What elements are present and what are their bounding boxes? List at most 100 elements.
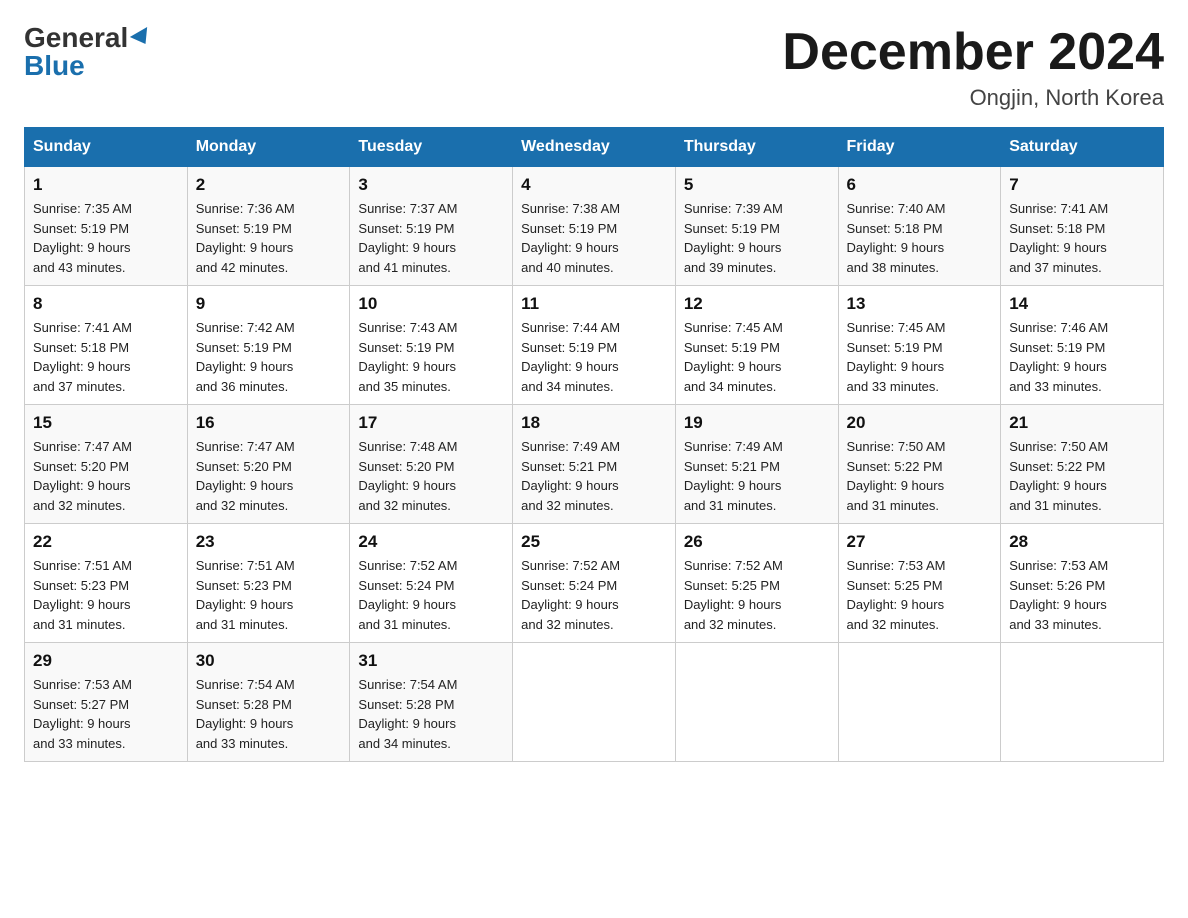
day-number: 6 bbox=[847, 175, 993, 195]
day-number: 11 bbox=[521, 294, 667, 314]
day-info: Sunrise: 7:43 AMSunset: 5:19 PMDaylight:… bbox=[358, 318, 504, 396]
calendar-cell: 21 Sunrise: 7:50 AMSunset: 5:22 PMDayligh… bbox=[1001, 405, 1164, 524]
day-info: Sunrise: 7:51 AMSunset: 5:23 PMDaylight:… bbox=[33, 556, 179, 634]
day-number: 8 bbox=[33, 294, 179, 314]
day-number: 13 bbox=[847, 294, 993, 314]
day-info: Sunrise: 7:50 AMSunset: 5:22 PMDaylight:… bbox=[1009, 437, 1155, 515]
calendar-cell: 16 Sunrise: 7:47 AMSunset: 5:20 PMDayligh… bbox=[187, 405, 350, 524]
day-number: 29 bbox=[33, 651, 179, 671]
day-number: 2 bbox=[196, 175, 342, 195]
calendar-cell: 12 Sunrise: 7:45 AMSunset: 5:19 PMDayligh… bbox=[675, 286, 838, 405]
day-info: Sunrise: 7:50 AMSunset: 5:22 PMDaylight:… bbox=[847, 437, 993, 515]
calendar-cell: 9 Sunrise: 7:42 AMSunset: 5:19 PMDaylight… bbox=[187, 286, 350, 405]
day-info: Sunrise: 7:45 AMSunset: 5:19 PMDaylight:… bbox=[847, 318, 993, 396]
calendar-cell bbox=[1001, 643, 1164, 762]
day-info: Sunrise: 7:37 AMSunset: 5:19 PMDaylight:… bbox=[358, 199, 504, 277]
calendar-cell: 26 Sunrise: 7:52 AMSunset: 5:25 PMDayligh… bbox=[675, 524, 838, 643]
location-text: Ongjin, North Korea bbox=[782, 85, 1164, 111]
calendar-cell: 18 Sunrise: 7:49 AMSunset: 5:21 PMDayligh… bbox=[513, 405, 676, 524]
day-number: 1 bbox=[33, 175, 179, 195]
calendar-cell: 14 Sunrise: 7:46 AMSunset: 5:19 PMDayligh… bbox=[1001, 286, 1164, 405]
day-info: Sunrise: 7:41 AMSunset: 5:18 PMDaylight:… bbox=[33, 318, 179, 396]
logo: General Blue bbox=[24, 24, 152, 80]
month-title: December 2024 bbox=[782, 24, 1164, 81]
day-header-tuesday: Tuesday bbox=[350, 128, 513, 167]
day-number: 9 bbox=[196, 294, 342, 314]
day-number: 14 bbox=[1009, 294, 1155, 314]
day-number: 25 bbox=[521, 532, 667, 552]
day-number: 18 bbox=[521, 413, 667, 433]
day-info: Sunrise: 7:47 AMSunset: 5:20 PMDaylight:… bbox=[33, 437, 179, 515]
calendar-cell bbox=[513, 643, 676, 762]
day-header-monday: Monday bbox=[187, 128, 350, 167]
calendar-cell: 31 Sunrise: 7:54 AMSunset: 5:28 PMDayligh… bbox=[350, 643, 513, 762]
day-header-sunday: Sunday bbox=[25, 128, 188, 167]
calendar-cell: 23 Sunrise: 7:51 AMSunset: 5:23 PMDayligh… bbox=[187, 524, 350, 643]
calendar-cell: 13 Sunrise: 7:45 AMSunset: 5:19 PMDayligh… bbox=[838, 286, 1001, 405]
day-number: 31 bbox=[358, 651, 504, 671]
day-info: Sunrise: 7:40 AMSunset: 5:18 PMDaylight:… bbox=[847, 199, 993, 277]
day-number: 28 bbox=[1009, 532, 1155, 552]
week-row-5: 29Sunrise: 7:53 AMSunset: 5:27 PMDayligh… bbox=[25, 643, 1164, 762]
day-info: Sunrise: 7:35 AMSunset: 5:19 PMDaylight:… bbox=[33, 199, 179, 277]
calendar-cell: 20 Sunrise: 7:50 AMSunset: 5:22 PMDayligh… bbox=[838, 405, 1001, 524]
title-block: December 2024 Ongjin, North Korea bbox=[782, 24, 1164, 111]
day-number: 26 bbox=[684, 532, 830, 552]
week-row-2: 8 Sunrise: 7:41 AMSunset: 5:18 PMDaylight… bbox=[25, 286, 1164, 405]
day-number: 3 bbox=[358, 175, 504, 195]
logo-arrow-icon bbox=[130, 27, 154, 49]
day-info: Sunrise: 7:45 AMSunset: 5:19 PMDaylight:… bbox=[684, 318, 830, 396]
week-row-4: 22 Sunrise: 7:51 AMSunset: 5:23 PMDayligh… bbox=[25, 524, 1164, 643]
day-info: Sunrise: 7:49 AMSunset: 5:21 PMDaylight:… bbox=[684, 437, 830, 515]
day-number: 21 bbox=[1009, 413, 1155, 433]
calendar-cell: 1 Sunrise: 7:35 AMSunset: 5:19 PMDaylight… bbox=[25, 167, 188, 286]
calendar-cell: 17Sunrise: 7:48 AMSunset: 5:20 PMDayligh… bbox=[350, 405, 513, 524]
day-number: 23 bbox=[196, 532, 342, 552]
day-number: 22 bbox=[33, 532, 179, 552]
day-header-saturday: Saturday bbox=[1001, 128, 1164, 167]
calendar-cell: 28 Sunrise: 7:53 AMSunset: 5:26 PMDayligh… bbox=[1001, 524, 1164, 643]
day-info: Sunrise: 7:44 AMSunset: 5:19 PMDaylight:… bbox=[521, 318, 667, 396]
calendar-cell: 3 Sunrise: 7:37 AMSunset: 5:19 PMDaylight… bbox=[350, 167, 513, 286]
day-number: 20 bbox=[847, 413, 993, 433]
day-number: 16 bbox=[196, 413, 342, 433]
calendar-cell: 11 Sunrise: 7:44 AMSunset: 5:19 PMDayligh… bbox=[513, 286, 676, 405]
day-number: 10 bbox=[358, 294, 504, 314]
day-header-thursday: Thursday bbox=[675, 128, 838, 167]
day-info: Sunrise: 7:41 AMSunset: 5:18 PMDaylight:… bbox=[1009, 199, 1155, 277]
day-info: Sunrise: 7:52 AMSunset: 5:25 PMDaylight:… bbox=[684, 556, 830, 634]
day-number: 19 bbox=[684, 413, 830, 433]
calendar-cell bbox=[838, 643, 1001, 762]
calendar-cell: 25 Sunrise: 7:52 AMSunset: 5:24 PMDayligh… bbox=[513, 524, 676, 643]
week-row-3: 15 Sunrise: 7:47 AMSunset: 5:20 PMDayligh… bbox=[25, 405, 1164, 524]
day-info: Sunrise: 7:52 AMSunset: 5:24 PMDaylight:… bbox=[358, 556, 504, 634]
calendar-cell: 22 Sunrise: 7:51 AMSunset: 5:23 PMDayligh… bbox=[25, 524, 188, 643]
day-info: Sunrise: 7:53 AMSunset: 5:26 PMDaylight:… bbox=[1009, 556, 1155, 634]
day-number: 5 bbox=[684, 175, 830, 195]
calendar-cell: 30Sunrise: 7:54 AMSunset: 5:28 PMDayligh… bbox=[187, 643, 350, 762]
page-header: General Blue December 2024 Ongjin, North… bbox=[24, 24, 1164, 111]
calendar-cell: 7 Sunrise: 7:41 AMSunset: 5:18 PMDaylight… bbox=[1001, 167, 1164, 286]
calendar-table: SundayMondayTuesdayWednesdayThursdayFrid… bbox=[24, 127, 1164, 762]
day-info: Sunrise: 7:48 AMSunset: 5:20 PMDaylight:… bbox=[358, 437, 504, 515]
day-number: 15 bbox=[33, 413, 179, 433]
calendar-cell: 2Sunrise: 7:36 AMSunset: 5:19 PMDaylight… bbox=[187, 167, 350, 286]
day-info: Sunrise: 7:49 AMSunset: 5:21 PMDaylight:… bbox=[521, 437, 667, 515]
day-number: 12 bbox=[684, 294, 830, 314]
calendar-cell: 15 Sunrise: 7:47 AMSunset: 5:20 PMDayligh… bbox=[25, 405, 188, 524]
calendar-cell: 4Sunrise: 7:38 AMSunset: 5:19 PMDaylight… bbox=[513, 167, 676, 286]
day-number: 4 bbox=[521, 175, 667, 195]
day-header-friday: Friday bbox=[838, 128, 1001, 167]
day-info: Sunrise: 7:54 AMSunset: 5:28 PMDaylight:… bbox=[358, 675, 504, 753]
day-info: Sunrise: 7:52 AMSunset: 5:24 PMDaylight:… bbox=[521, 556, 667, 634]
day-info: Sunrise: 7:42 AMSunset: 5:19 PMDaylight:… bbox=[196, 318, 342, 396]
day-number: 7 bbox=[1009, 175, 1155, 195]
calendar-cell: 5Sunrise: 7:39 AMSunset: 5:19 PMDaylight… bbox=[675, 167, 838, 286]
day-info: Sunrise: 7:51 AMSunset: 5:23 PMDaylight:… bbox=[196, 556, 342, 634]
calendar-cell bbox=[675, 643, 838, 762]
day-info: Sunrise: 7:47 AMSunset: 5:20 PMDaylight:… bbox=[196, 437, 342, 515]
day-info: Sunrise: 7:54 AMSunset: 5:28 PMDaylight:… bbox=[196, 675, 342, 753]
day-info: Sunrise: 7:46 AMSunset: 5:19 PMDaylight:… bbox=[1009, 318, 1155, 396]
calendar-cell: 10 Sunrise: 7:43 AMSunset: 5:19 PMDayligh… bbox=[350, 286, 513, 405]
calendar-cell: 24Sunrise: 7:52 AMSunset: 5:24 PMDayligh… bbox=[350, 524, 513, 643]
